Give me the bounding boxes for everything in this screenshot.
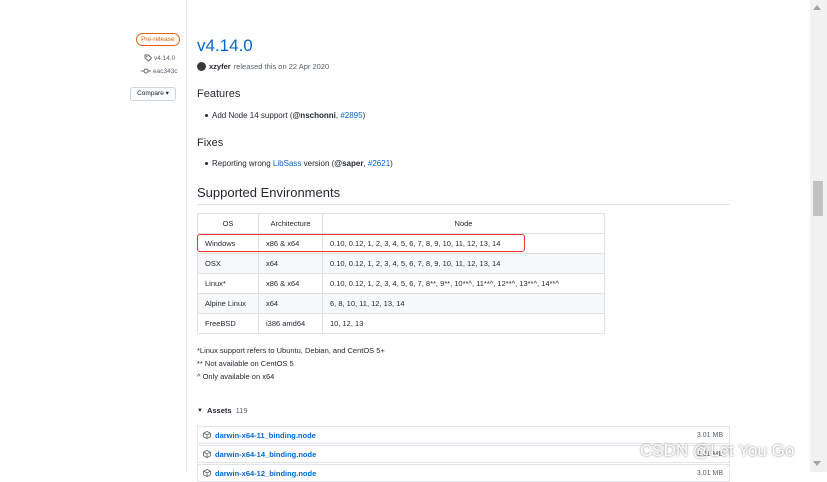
- page-scrollbar[interactable]: [810, 0, 827, 472]
- caret-down-icon: ▾: [165, 90, 169, 97]
- column-header-os: OS: [197, 213, 259, 234]
- os-cell: OSX: [197, 253, 259, 274]
- table-row: Linux* x86 & x64 0.10, 0.12, 1, 2, 3, 4,…: [197, 273, 605, 294]
- os-cell: FreeBSD: [197, 313, 259, 334]
- footnote-linux: *Linux support refers to Ubuntu, Debian,…: [197, 346, 385, 355]
- pre-release-badge: Pre-release: [136, 33, 180, 46]
- asset-name[interactable]: darwin-x64-12_binding.node: [215, 469, 316, 478]
- arch-cell: i386 amd64: [258, 313, 323, 334]
- package-icon: [203, 450, 211, 458]
- issue-link[interactable]: #2621: [368, 159, 390, 168]
- features-heading: Features: [197, 88, 241, 100]
- bullet-dot: [205, 114, 208, 117]
- libsass-link[interactable]: LibSass: [273, 159, 301, 168]
- release-title[interactable]: v4.14.0: [197, 36, 253, 56]
- node-cell: 10, 12, 13: [322, 313, 605, 334]
- footnote-centos: ** Not available on CentOS 5: [197, 359, 294, 368]
- scroll-down-arrow[interactable]: [813, 461, 821, 466]
- tag-link[interactable]: v4.14.0: [144, 54, 175, 62]
- windows-row-highlight: [197, 234, 525, 252]
- os-cell: Linux*: [197, 273, 259, 294]
- node-cell: 6, 8, 10, 11, 12, 13, 14: [322, 293, 605, 314]
- commit-link[interactable]: eac343c: [141, 67, 178, 75]
- bullet-dot: [205, 162, 208, 165]
- compare-button[interactable]: Compare ▾: [130, 87, 176, 101]
- table-row: OSX x64 0.10, 0.12, 1, 2, 3, 4, 5, 6, 7,…: [197, 253, 605, 274]
- node-cell: 0.10, 0.12, 1, 2, 3, 4, 5, 6, 7, 8**, 9*…: [322, 273, 605, 294]
- arch-cell: x64: [258, 253, 323, 274]
- asset-name[interactable]: darwin-x64-14_binding.node: [215, 450, 316, 459]
- assets-count: 119: [235, 406, 248, 415]
- fix-text-2: version (: [301, 159, 335, 168]
- scroll-up-arrow[interactable]: [813, 5, 821, 10]
- fix-item: Reporting wrong LibSass version (@saper,…: [205, 159, 393, 168]
- asset-name[interactable]: darwin-x64-11_binding.node: [215, 431, 316, 440]
- footnote-x64: ^ Only available on x64: [197, 372, 275, 381]
- tag-label: v4.14.0: [154, 54, 176, 62]
- asset-size: 3.01 MB: [696, 431, 723, 439]
- assets-toggle[interactable]: ▼ Assets 119: [197, 406, 248, 415]
- commit-icon: [141, 68, 151, 74]
- avatar[interactable]: [197, 62, 206, 71]
- issue-link[interactable]: #2895: [340, 111, 362, 120]
- tag-icon: [144, 54, 152, 62]
- arch-cell: x86 & x64: [258, 273, 323, 294]
- release-author-line: xzyfer released this on 22 Apr 2020: [197, 62, 329, 71]
- user-mention[interactable]: @saper: [334, 159, 363, 168]
- environments-heading: Supported Environments: [197, 185, 341, 200]
- feature-text: Add Node 14 support (: [212, 111, 293, 120]
- node-cell: 0.10, 0.12, 1, 2, 3, 4, 5, 6, 7, 8, 9, 1…: [322, 253, 605, 274]
- scrollbar-thumb[interactable]: [813, 181, 823, 216]
- closing-paren: ): [362, 111, 366, 120]
- csdn-watermark: CSDN @Let You Go: [640, 441, 795, 460]
- table-row: Alpine Linux x64 6, 8, 10, 11, 12, 13, 1…: [197, 293, 605, 314]
- closing-paren: ): [390, 159, 393, 168]
- triangle-down-icon: ▼: [197, 407, 203, 414]
- os-cell: Alpine Linux: [197, 293, 259, 314]
- released-date: released this on 22 Apr 2020: [233, 62, 330, 71]
- assets-label: Assets: [206, 406, 232, 415]
- package-icon: [203, 469, 211, 477]
- package-icon: [203, 431, 211, 439]
- author-name[interactable]: xzyfer: [209, 62, 231, 71]
- compare-label: Compare: [137, 90, 164, 97]
- heading-divider: [197, 204, 730, 205]
- arch-cell: x64: [258, 293, 323, 314]
- feature-item: Add Node 14 support (@nschonni, #2895): [205, 111, 365, 120]
- column-header-architecture: Architecture: [258, 213, 323, 234]
- table-header-row: OS Architecture Node: [197, 213, 605, 234]
- fixes-heading: Fixes: [197, 137, 224, 149]
- environments-table: OS Architecture Node Windows x86 & x64 0…: [197, 213, 605, 334]
- user-mention[interactable]: @nschonni: [293, 111, 336, 120]
- table-row: FreeBSD i386 amd64 10, 12, 13: [197, 313, 605, 334]
- asset-row[interactable]: darwin-x64-12_binding.node 3.01 MB: [197, 464, 730, 482]
- fix-text: Reporting wrong: [212, 159, 273, 168]
- column-header-node: Node: [322, 213, 605, 234]
- asset-size: 3.01 MB: [696, 469, 723, 477]
- commit-sha: eac343c: [153, 67, 178, 75]
